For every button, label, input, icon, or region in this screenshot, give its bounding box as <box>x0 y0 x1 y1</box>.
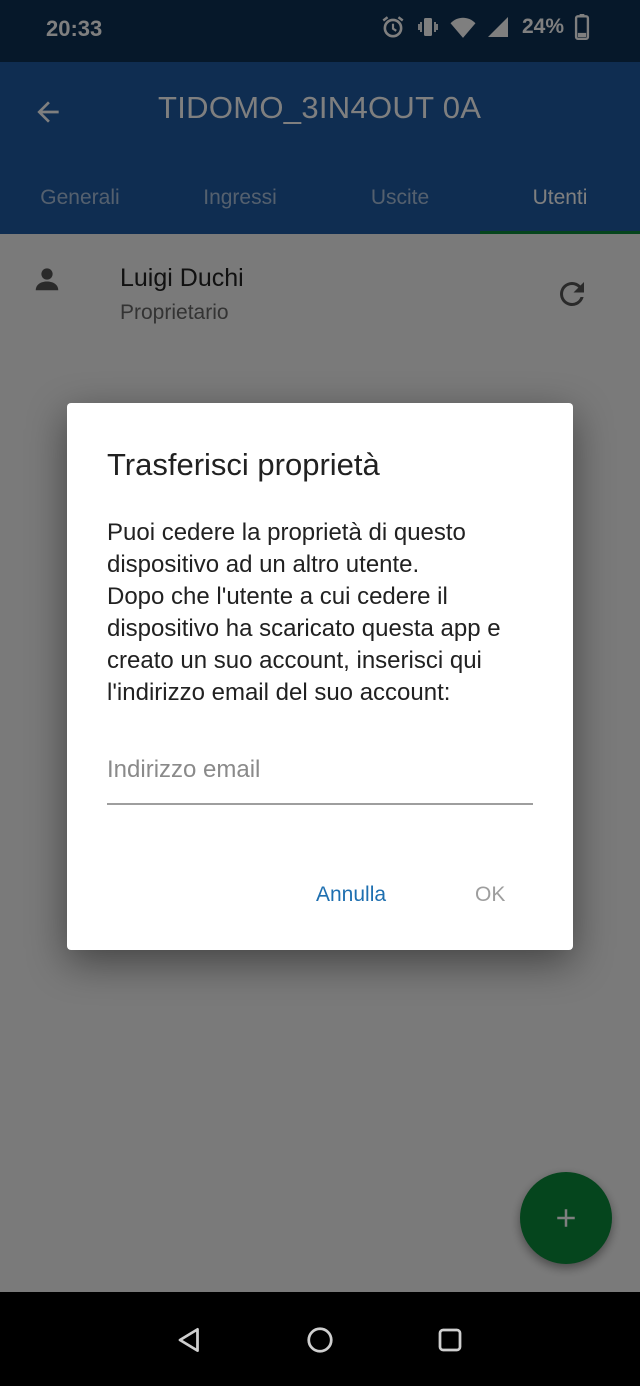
dialog-message: Puoi cedere la proprietà di questo dispo… <box>107 519 501 706</box>
dialog-title: Trasferisci proprietà <box>107 447 380 482</box>
navigation-bar <box>0 1292 640 1386</box>
cancel-button[interactable]: Annulla <box>308 877 394 913</box>
transfer-ownership-dialog: Trasferisci proprietà Puoi cedere la pro… <box>67 403 573 950</box>
nav-recents-button[interactable] <box>430 1320 470 1360</box>
circle-home-icon <box>307 1327 333 1353</box>
nav-back-button[interactable] <box>170 1320 210 1360</box>
email-field[interactable] <box>107 737 533 805</box>
nav-home-button[interactable] <box>300 1320 340 1360</box>
triangle-back-icon <box>178 1328 199 1352</box>
square-recents-icon <box>438 1328 462 1352</box>
ok-button[interactable]: OK <box>467 877 513 913</box>
